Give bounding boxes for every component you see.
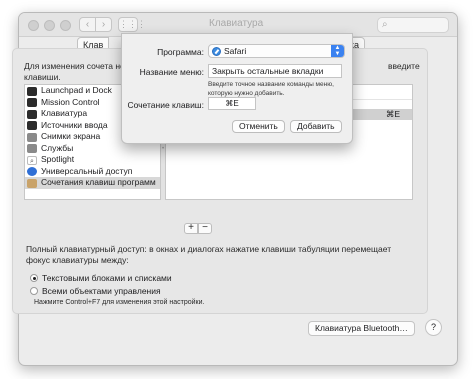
window-title: Клавиатура <box>209 18 264 29</box>
minimize-window-button[interactable] <box>44 20 55 31</box>
radio-all-controls[interactable]: Всеми объектами управления <box>30 286 161 296</box>
shortcut-field[interactable]: ⌘E <box>208 97 256 110</box>
launchpad-icon <box>27 86 37 96</box>
zoom-window-button[interactable] <box>60 20 71 31</box>
services-icon <box>27 144 37 153</box>
category-label: Сочетания клавиш программ <box>41 177 156 187</box>
accessibility-icon <box>27 167 37 176</box>
add-shortcut-button[interactable]: + <box>184 223 198 234</box>
category-label: Источники ввода <box>41 119 108 130</box>
search-icon: ⌕ <box>382 19 388 30</box>
category-item-services[interactable]: Службы <box>25 143 160 155</box>
spotlight-icon: ⌕ <box>27 155 37 165</box>
category-item-accessibility[interactable]: Универсальный доступ <box>25 166 160 178</box>
menu-title-hint: Введите точное название команды меню, ко… <box>208 81 334 97</box>
category-item-app-shortcuts[interactable]: Сочетания клавиш программ <box>25 177 160 189</box>
keyboard-access-description: Полный клавиатурный доступ: в окнах и ди… <box>26 244 392 265</box>
radio-unselected-icon <box>30 287 38 295</box>
category-item-spotlight[interactable]: ⌕ Spotlight <box>25 154 160 166</box>
radio-label: Всеми объектами управления <box>42 286 161 296</box>
keyboard-icon <box>27 109 37 119</box>
close-window-button[interactable] <box>28 20 39 31</box>
mission-control-icon <box>27 98 37 107</box>
back-button[interactable]: ‹ <box>79 17 96 32</box>
application-label: Программа: <box>157 47 204 57</box>
shortcut-label: Сочетание клавиш: <box>127 100 204 110</box>
add-shortcut-sheet: Программа: Safari ▲ ▼ Название меню: Закр… <box>121 33 353 144</box>
shortcut-keys: ⌘E <box>385 109 400 119</box>
shortcuts-description-tail: введите <box>388 61 420 71</box>
menu-title-input[interactable]: Закрыть остальные вкладки <box>208 64 342 78</box>
menu-title-label: Название меню: <box>139 67 204 77</box>
control-f7-hint: Нажмите Control+F7 для изменения этой на… <box>34 299 205 306</box>
application-value: Safari <box>224 46 247 56</box>
add-button[interactable]: Добавить <box>290 120 342 133</box>
category-label: Клавиатура <box>41 108 88 118</box>
category-label: Универсальный доступ <box>41 165 133 176</box>
radio-text-boxes[interactable]: Текстовыми блоками и списками <box>30 273 172 283</box>
cancel-button[interactable]: Отменить <box>232 120 285 133</box>
category-label: Spotlight <box>41 154 75 164</box>
forward-button[interactable]: › <box>95 17 112 32</box>
category-label: Launchpad и Dock <box>41 85 112 95</box>
app-shortcuts-icon <box>27 178 37 188</box>
radio-label: Текстовыми блоками и списками <box>42 273 172 283</box>
category-label: Службы <box>41 142 74 153</box>
search-input[interactable]: ⌕ <box>377 17 449 33</box>
remove-shortcut-button[interactable]: − <box>198 223 212 234</box>
show-all-grid-icon[interactable]: ⋮⋮⋮ <box>118 17 146 32</box>
input-sources-icon <box>27 121 37 130</box>
help-button[interactable]: ? <box>425 319 442 336</box>
bluetooth-keyboard-button[interactable]: Клавиатура Bluetooth… <box>308 321 415 336</box>
popup-arrows-icon: ▲ ▼ <box>331 45 344 57</box>
safari-icon <box>212 47 221 56</box>
split-handle-icon: • <box>162 146 165 152</box>
screenshot-icon <box>27 132 37 142</box>
radio-selected-icon <box>30 274 38 282</box>
category-label: Mission Control <box>41 96 100 107</box>
application-popup[interactable]: Safari ▲ ▼ <box>208 44 345 58</box>
category-label: Снимки экрана <box>41 131 101 141</box>
